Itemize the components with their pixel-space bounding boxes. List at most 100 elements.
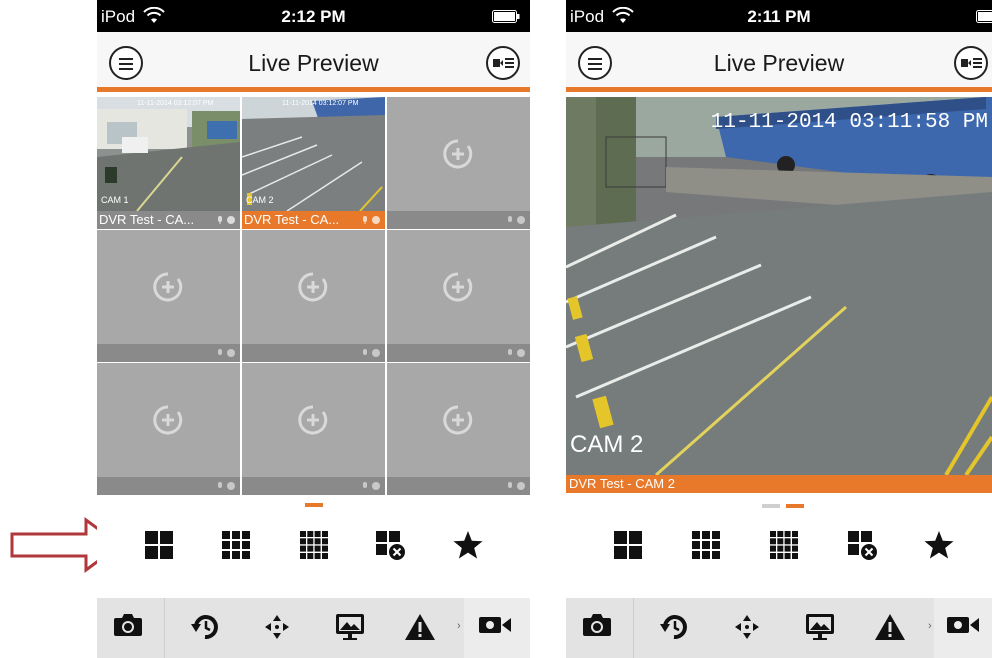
camera-cell-6[interactable] (387, 230, 530, 362)
page-indicator (762, 504, 804, 508)
page-dot-active[interactable] (786, 504, 804, 508)
status-time: 2:12 PM (281, 7, 346, 26)
ptz-button[interactable] (732, 612, 768, 644)
layout-4-button[interactable] (608, 525, 648, 565)
battery-icon (976, 10, 992, 23)
page-dot-active (305, 503, 323, 507)
camera-cell-1[interactable]: CAM 1 11-11-2014 03:12:07 PM DVR Test - … (97, 97, 240, 229)
camera-single-view[interactable]: 11-11-2014 03:11:58 PM CAM 2 DVR Test - … (566, 97, 992, 493)
record-button[interactable] (946, 612, 982, 644)
image-display-button[interactable] (334, 612, 370, 644)
toolbar-divider (164, 598, 165, 658)
camera-osd-time: 11-11-2014 03:11:58 PM (710, 111, 988, 134)
layout-16-button[interactable] (294, 525, 334, 565)
alarm-warning-icon (405, 614, 435, 640)
device-list-icon (493, 58, 514, 68)
camera-cell-7[interactable] (97, 363, 240, 495)
device-list-icon (961, 58, 982, 68)
alarm-button[interactable] (874, 612, 910, 644)
camera-cell-label: DVR Test - CAM 2 (566, 475, 992, 493)
layout-4-icon (614, 531, 642, 559)
layout-9-icon (222, 531, 250, 559)
camera-osd-label: CAM 2 (570, 431, 644, 458)
camera-cell-label (387, 344, 530, 362)
page-dot[interactable] (762, 504, 780, 508)
layout-16-icon (770, 531, 798, 559)
camera-cell-label (97, 477, 240, 495)
audio-status-icon (218, 216, 235, 224)
audio-status-icon (363, 349, 380, 357)
camera-cell-label (242, 344, 385, 362)
camera-cell-label (97, 344, 240, 362)
audio-status-icon (508, 349, 525, 357)
camera-osd-time: 11-11-2014 03:12:07 PM (282, 100, 359, 107)
snapshot-camera-icon (114, 614, 142, 636)
record-button[interactable] (478, 612, 514, 644)
device-list-button[interactable] (486, 46, 520, 80)
audio-status-icon (508, 482, 525, 490)
camera-cell-label: DVR Test - CA... (97, 211, 240, 229)
layout-9-icon (692, 531, 720, 559)
camera-feed-thumbnail (242, 97, 385, 211)
layout-bar (97, 512, 530, 582)
layout-4-icon (145, 531, 173, 559)
camera-feed-thumbnail (97, 97, 240, 211)
page-indicator (305, 503, 325, 507)
add-camera-icon (443, 272, 473, 302)
camera-cell-label (242, 477, 385, 495)
snapshot-button[interactable] (113, 612, 149, 644)
snapshot-button[interactable] (582, 612, 618, 644)
nav-bar: Live Preview (566, 32, 992, 92)
snapshot-camera-icon (583, 614, 611, 636)
add-camera-icon (153, 272, 183, 302)
layout-9-button[interactable] (216, 525, 256, 565)
page-title: Live Preview (713, 50, 845, 76)
ptz-control-icon (735, 615, 759, 639)
bottom-toolbar: › (566, 598, 992, 658)
record-video-icon (947, 617, 979, 633)
page-title: Live Preview (248, 50, 379, 76)
layout-4-button[interactable] (139, 525, 179, 565)
favorite-star-icon (453, 531, 483, 559)
camera-cell-3[interactable] (387, 97, 530, 229)
camera-cell-9[interactable] (387, 363, 530, 495)
device-list-button[interactable] (954, 46, 988, 80)
favorites-button[interactable] (918, 525, 958, 565)
ptz-button[interactable] (262, 612, 298, 644)
favorites-button[interactable] (447, 525, 487, 565)
camera-cell-2[interactable]: CAM 2 11-11-2014 03:12:07 PM DVR Test - … (242, 97, 385, 229)
close-all-icon (376, 531, 405, 560)
add-camera-icon (443, 405, 473, 435)
audio-status-icon (363, 216, 380, 224)
playback-button[interactable] (190, 612, 226, 644)
close-all-button[interactable] (370, 525, 410, 565)
status-bar: iPod 2:11 PM (566, 0, 992, 32)
layout-16-button[interactable] (764, 525, 804, 565)
layout-9-button[interactable] (686, 525, 726, 565)
add-camera-icon (443, 139, 473, 169)
camera-cell-5[interactable] (242, 230, 385, 362)
phone-screen-grid-view: iPod 2:12 PM Live Preview CAM 1 11-11-20… (97, 0, 530, 658)
audio-status-icon (508, 216, 525, 224)
playback-button[interactable] (659, 612, 695, 644)
toolbar-divider (633, 598, 634, 658)
camera-cell-4[interactable] (97, 230, 240, 362)
toolbar-more-arrow-icon[interactable]: › (928, 620, 932, 632)
alarm-button[interactable] (404, 612, 440, 644)
layout-bar (566, 512, 992, 582)
nav-bar: Live Preview (97, 32, 530, 92)
layout-16-icon (300, 531, 328, 559)
bottom-toolbar: › (97, 598, 530, 658)
toolbar-more-arrow-icon[interactable]: › (457, 620, 461, 632)
camera-cell-8[interactable] (242, 363, 385, 495)
add-camera-icon (298, 405, 328, 435)
camera-cell-label (387, 477, 530, 495)
playback-icon (660, 615, 687, 640)
audio-status-icon (218, 349, 235, 357)
image-display-button[interactable] (804, 612, 840, 644)
camera-cell-label: DVR Test - CA... (242, 211, 385, 229)
camera-cell-label (387, 211, 530, 229)
close-all-button[interactable] (842, 525, 882, 565)
status-bar: iPod 2:12 PM (97, 0, 530, 32)
ptz-control-icon (265, 615, 289, 639)
